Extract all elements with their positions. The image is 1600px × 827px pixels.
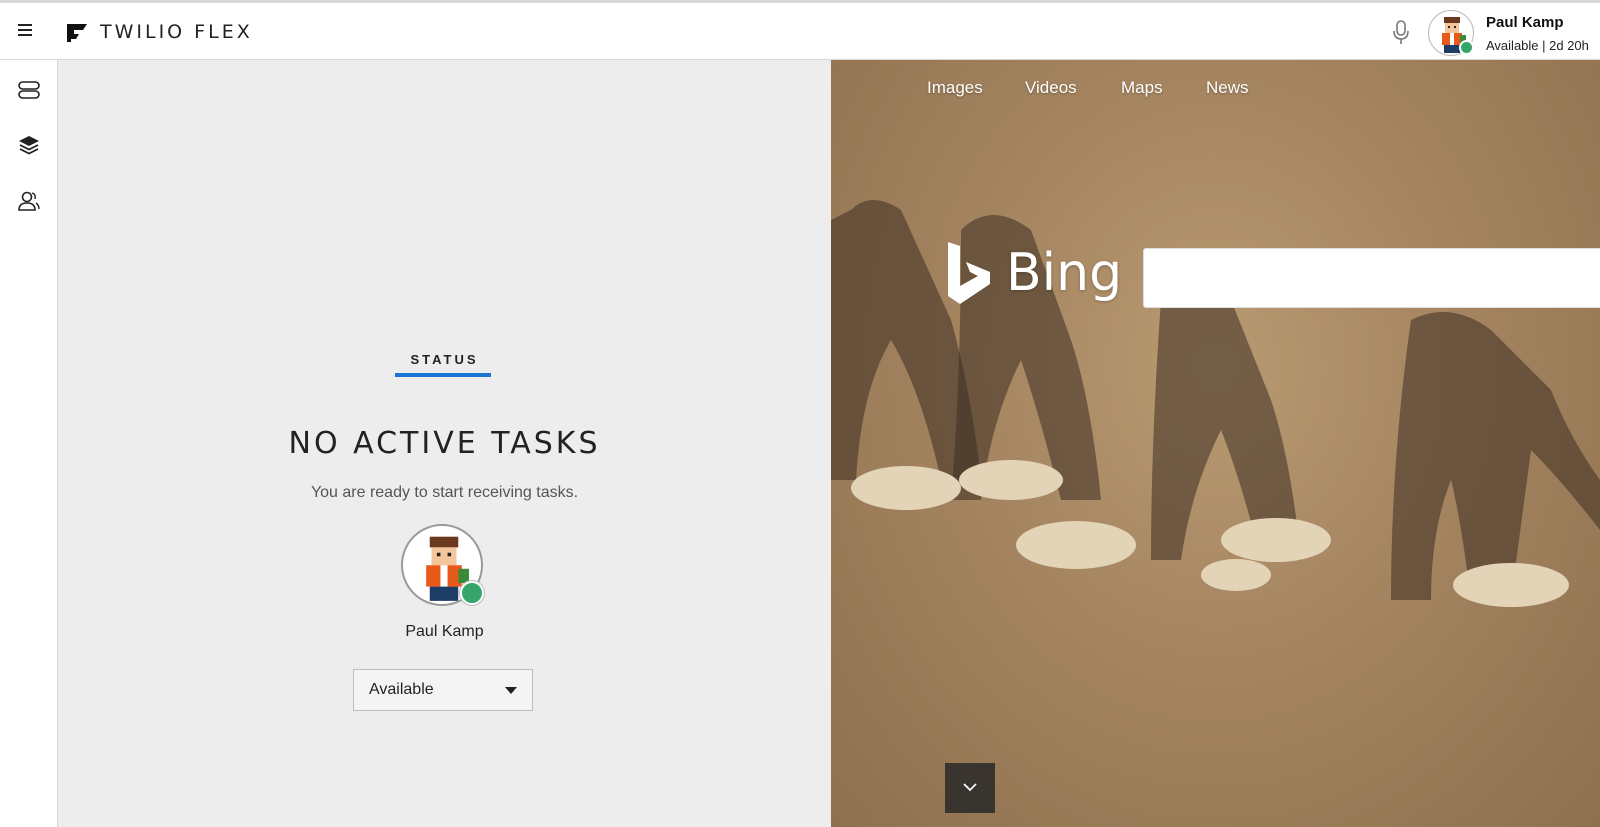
task-status-panel: STATUS NO ACTIVE TASKS You are ready to …: [58, 60, 831, 827]
bing-nav-maps[interactable]: Maps: [1121, 78, 1163, 98]
bing-nav-videos[interactable]: Videos: [1025, 78, 1077, 98]
twilio-flex-logo-icon: [67, 24, 87, 42]
agent-desktop-icon[interactable]: [17, 78, 41, 102]
chevron-down-icon: [963, 783, 977, 792]
hamburger-menu-icon[interactable]: [18, 21, 38, 41]
bing-logo-icon: [948, 242, 990, 304]
top-bar: TWILIO FLEX Paul Kamp Available | 2d 20h: [0, 0, 1600, 60]
bing-logo[interactable]: Bing: [944, 240, 1122, 306]
agent-availability-indicator: [460, 581, 484, 605]
layers-icon[interactable]: [17, 133, 41, 157]
availability-indicator: [1459, 40, 1474, 55]
agent-name: Paul Kamp: [405, 623, 484, 640]
no-active-tasks-heading: NO ACTIVE TASKS: [288, 426, 601, 461]
header-user-name[interactable]: Paul Kamp: [1486, 14, 1564, 31]
teams-icon[interactable]: [17, 189, 41, 213]
bing-web-panel: Images Videos Maps News Bing: [831, 60, 1600, 827]
caret-down-icon: [505, 687, 517, 694]
bing-nav-images[interactable]: Images: [927, 78, 983, 98]
activity-select-value: Available: [369, 681, 434, 698]
brand-name: TWILIO FLEX: [100, 21, 253, 43]
status-tab[interactable]: STATUS: [58, 352, 831, 367]
ready-message: You are ready to start receiving tasks.: [310, 484, 579, 501]
status-tab-indicator: [395, 373, 491, 377]
bing-search-input[interactable]: [1143, 248, 1600, 308]
activity-select[interactable]: Available: [353, 669, 533, 711]
bing-nav-news[interactable]: News: [1206, 78, 1249, 98]
brand: TWILIO FLEX: [66, 21, 253, 43]
header-user-status: Available | 2d 20h: [1486, 38, 1589, 53]
bing-logo-text: Bing: [1006, 243, 1123, 303]
scroll-down-button[interactable]: [945, 763, 995, 813]
microphone-icon[interactable]: [1391, 20, 1411, 46]
left-navigation: [0, 60, 58, 827]
background-photo: [831, 200, 1600, 607]
